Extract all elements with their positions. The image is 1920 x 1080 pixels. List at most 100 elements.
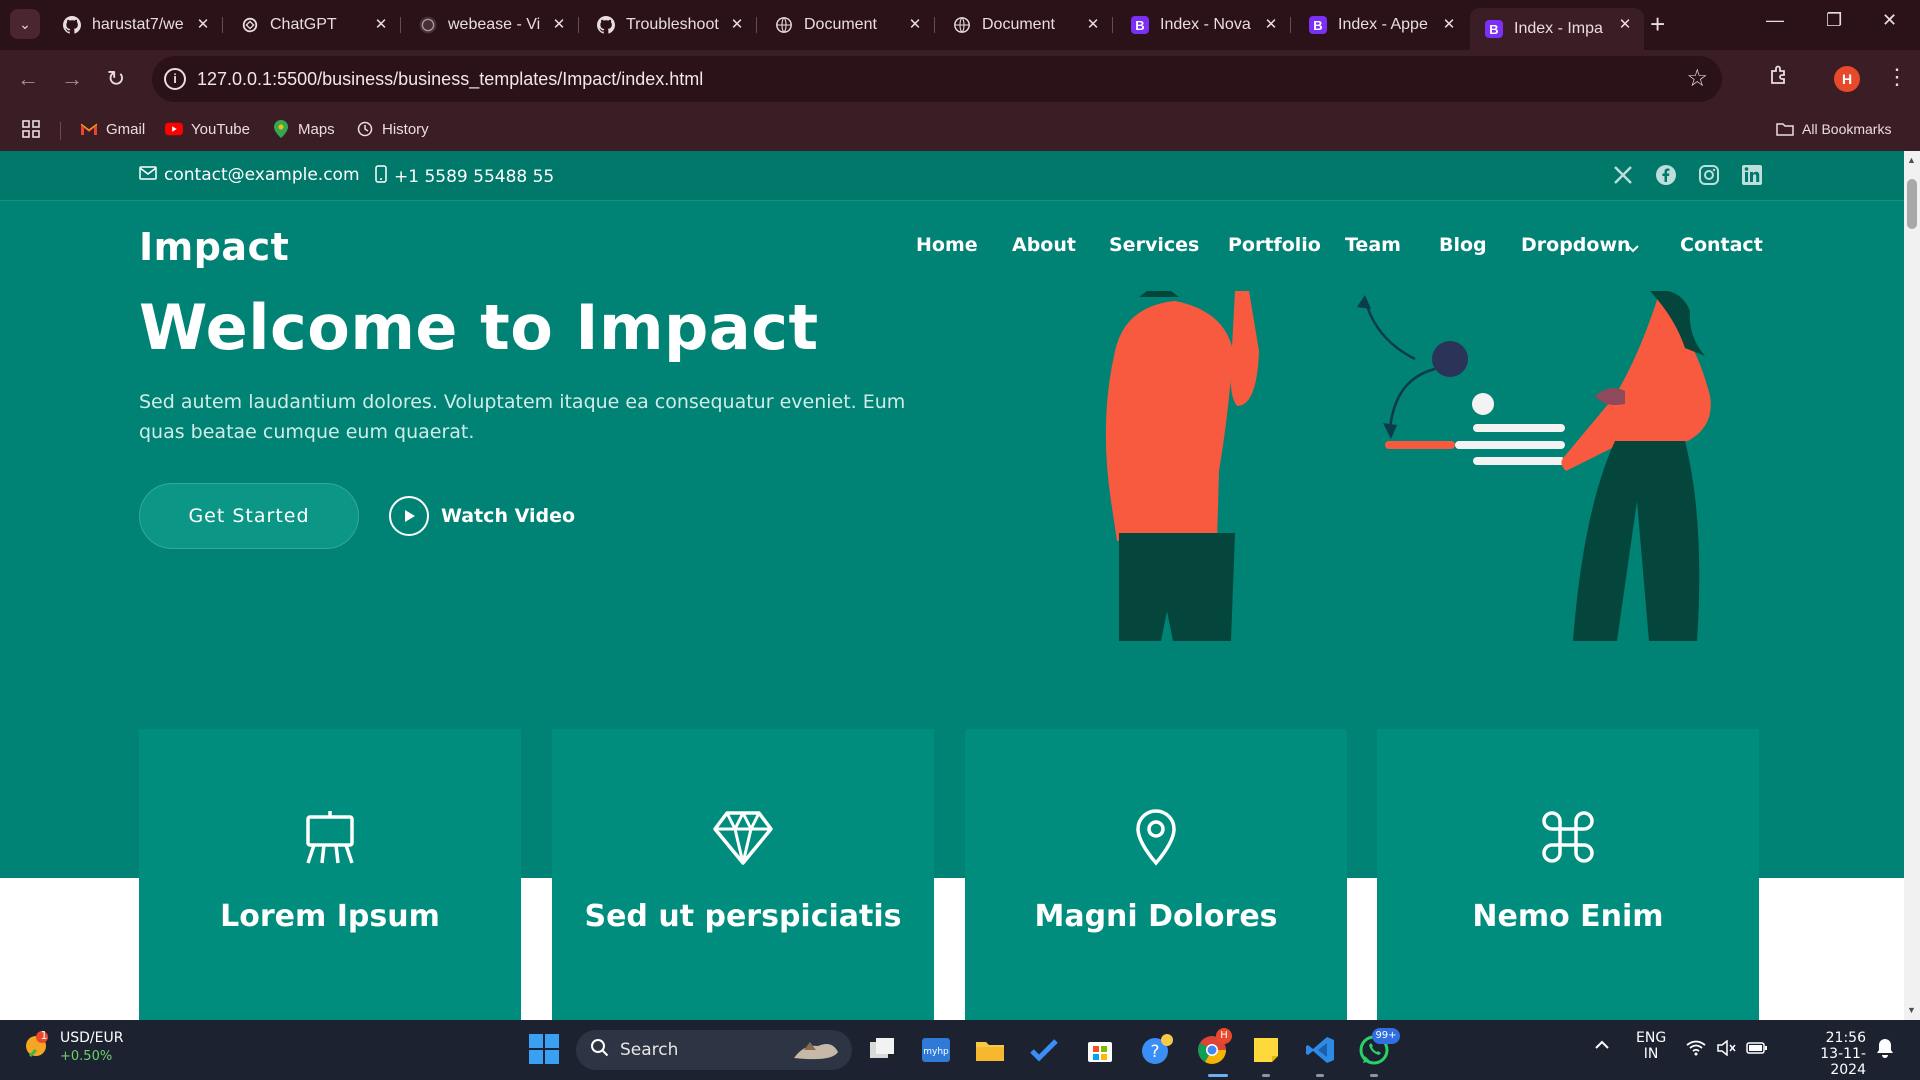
instagram-icon[interactable] [1698, 164, 1720, 186]
store-icon[interactable] [1084, 1034, 1116, 1066]
site-logo[interactable]: Impact [139, 225, 289, 269]
tab-github-3[interactable]: Troubleshoot ✕ [582, 8, 757, 42]
search-highlight-icon [790, 1036, 842, 1068]
geo-pin-icon [1136, 809, 1176, 866]
nav-team[interactable]: Team [1345, 234, 1401, 256]
close-icon[interactable]: ✕ [1616, 16, 1634, 34]
nav-home[interactable]: Home [916, 234, 978, 256]
card-title: Magni Dolores [1034, 899, 1278, 934]
extensions-icon[interactable] [1768, 64, 1790, 92]
tab-search-button[interactable]: ⌄ [10, 9, 40, 39]
stock-ticker-widget[interactable]: 1 USD/EUR +0.50% [22, 1029, 124, 1064]
forward-arrow-icon[interactable]: → [56, 63, 88, 95]
close-window-icon[interactable]: ✕ [1882, 10, 1897, 31]
windows-start-icon[interactable] [528, 1033, 560, 1065]
address-bar[interactable]: i 127.0.0.1:5500/business/business_templ… [152, 56, 1722, 102]
restore-icon[interactable]: ❐ [1826, 10, 1842, 31]
card-title: Sed ut perspiciatis [584, 899, 902, 934]
all-bookmarks[interactable]: All Bookmarks [1776, 118, 1891, 140]
close-icon[interactable]: ✕ [372, 16, 390, 34]
notification-bell-icon[interactable] [1876, 1038, 1894, 1062]
tab-index-appe[interactable]: B Index - Appe ✕ [1294, 8, 1468, 42]
volume-muted-icon[interactable] [1716, 1039, 1736, 1060]
x-icon[interactable] [1612, 164, 1634, 186]
close-icon[interactable]: ✕ [550, 16, 568, 34]
ticker-badge: 1 [40, 1029, 48, 1042]
todo-icon[interactable] [1028, 1034, 1060, 1066]
tab-chatgpt[interactable]: ChatGPT ✕ [226, 8, 401, 42]
contact-email[interactable]: contact@example.com [139, 165, 360, 185]
nav-dropdown[interactable]: Dropdown [1521, 234, 1631, 256]
site-info-icon[interactable]: i [164, 68, 186, 90]
bookmark-youtube[interactable]: YouTube [165, 118, 250, 140]
feature-card[interactable]: Lorem Ipsum [139, 729, 521, 1020]
new-tab-button[interactable]: + [1650, 10, 1665, 38]
more-menu-icon[interactable]: ⋮ [1886, 64, 1908, 90]
taskbar-search[interactable]: Search [576, 1030, 852, 1070]
nav-portfolio[interactable]: Portfolio [1228, 234, 1321, 256]
close-icon[interactable]: ✕ [728, 16, 746, 34]
reload-icon[interactable]: ↻ [100, 63, 132, 95]
battery-icon[interactable] [1746, 1041, 1768, 1059]
nav-contact[interactable]: Contact [1680, 234, 1763, 256]
feature-card[interactable]: Sed ut perspiciatis [552, 729, 934, 1020]
close-icon[interactable]: ✕ [1262, 16, 1280, 34]
bookmark-star-icon[interactable]: ☆ [1686, 64, 1708, 93]
github-icon [62, 15, 82, 35]
whatsapp-badge: 99+ [1372, 1028, 1400, 1044]
sticky-notes-icon[interactable] [1250, 1034, 1282, 1066]
bootstrap-icon: B [1308, 15, 1328, 35]
chevron-up-icon[interactable] [1594, 1038, 1610, 1054]
ticker-name: USD/EUR [60, 1030, 124, 1046]
bookmark-gmail[interactable]: Gmail [80, 118, 145, 140]
hero-illustration [1105, 291, 1711, 641]
tab-title: ChatGPT [270, 16, 337, 33]
feature-card[interactable]: Nemo Enim [1377, 729, 1759, 1020]
bookmark-history[interactable]: History [356, 118, 429, 140]
tab-separator [400, 17, 401, 33]
scrollbar-thumb[interactable] [1907, 179, 1917, 229]
myhp-icon[interactable]: myhp [920, 1034, 952, 1066]
bookmark-maps[interactable]: Maps [272, 118, 335, 140]
chrome-icon[interactable]: H [1196, 1028, 1232, 1066]
nav-services[interactable]: Services [1109, 234, 1199, 256]
close-icon[interactable]: ✕ [194, 16, 212, 34]
nav-blog[interactable]: Blog [1439, 234, 1487, 256]
tab-github-1[interactable]: harustat7/we ✕ [48, 8, 223, 42]
nav-about[interactable]: About [1012, 234, 1076, 256]
apps-grid-icon[interactable] [22, 118, 40, 140]
search-icon [590, 1038, 610, 1062]
minimize-icon[interactable]: — [1766, 10, 1784, 31]
tab-index-nova[interactable]: B Index - Nova ✕ [1116, 8, 1291, 42]
task-view-icon[interactable] [866, 1034, 898, 1066]
clock[interactable]: 21:56 13-11-2024 [1786, 1030, 1866, 1078]
feature-card[interactable]: Magni Dolores [965, 729, 1347, 1020]
whatsapp-icon[interactable]: 99+ [1358, 1028, 1400, 1066]
back-arrow-icon[interactable]: ← [12, 63, 44, 95]
chevron-down-icon[interactable] [1626, 238, 1640, 260]
watch-video-link[interactable]: Watch Video [389, 496, 575, 536]
linkedin-icon[interactable] [1741, 164, 1763, 186]
help-icon[interactable]: ? [1140, 1034, 1173, 1066]
wifi-icon[interactable] [1686, 1040, 1706, 1060]
tab-index-impact[interactable]: B Index - Impa ✕ [1470, 8, 1644, 50]
language-indicator[interactable]: ENG IN [1636, 1030, 1666, 1062]
man-figure [1105, 291, 1259, 641]
profile-avatar[interactable]: H [1834, 66, 1860, 92]
file-explorer-icon[interactable] [974, 1034, 1006, 1066]
url-text[interactable]: 127.0.0.1:5500/business/business_templat… [197, 69, 703, 90]
bookmark-separator [60, 122, 61, 140]
close-icon[interactable]: ✕ [1084, 16, 1102, 34]
tab-document-1[interactable]: Document ✕ [760, 8, 935, 42]
get-started-button[interactable]: Get Started [139, 483, 359, 549]
scroll-down-arrow-icon[interactable]: ▼ [1907, 1005, 1916, 1015]
close-icon[interactable]: ✕ [906, 16, 924, 34]
page-scrollbar[interactable]: ▲ ▼ [1904, 151, 1920, 1020]
vscode-icon[interactable] [1304, 1034, 1336, 1066]
tab-github-2[interactable]: webease - Vi ✕ [404, 8, 579, 42]
scroll-up-arrow-icon[interactable]: ▲ [1907, 155, 1916, 165]
tab-document-2[interactable]: Document ✕ [938, 8, 1113, 42]
contact-phone[interactable]: +1 5589 55488 55 [375, 165, 554, 188]
facebook-icon[interactable] [1655, 164, 1677, 186]
close-icon[interactable]: ✕ [1440, 16, 1458, 34]
